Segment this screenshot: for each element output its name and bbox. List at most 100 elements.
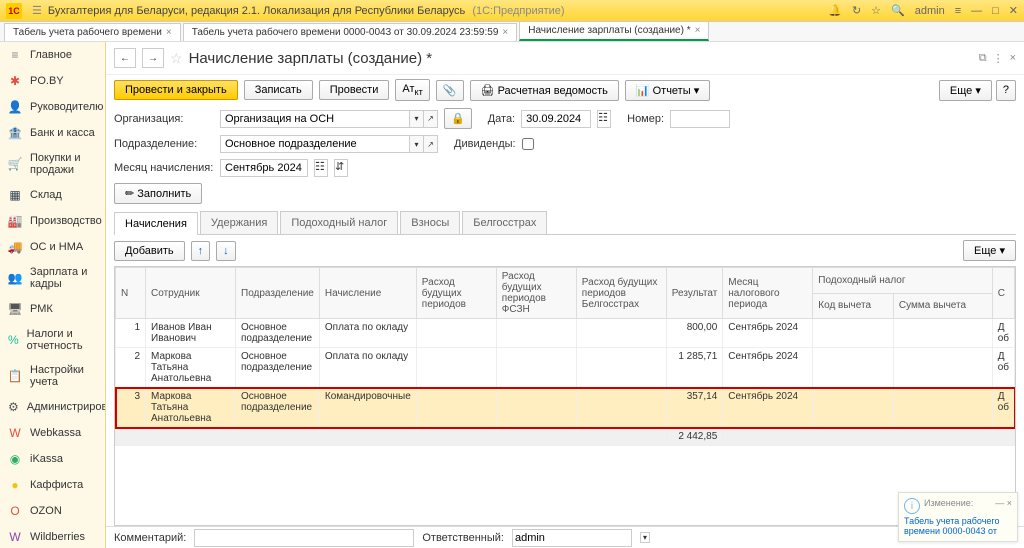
dropdown-icon[interactable]: ▾ [410, 110, 424, 128]
tab-2[interactable]: Начисление зарплаты (создание) *× [519, 21, 709, 41]
num-input[interactable] [670, 110, 730, 128]
accruals-grid[interactable]: N Сотрудник Подразделение Начисление Рас… [114, 266, 1016, 526]
sidebar-item-10[interactable]: %Налоги и отчетность [0, 322, 105, 358]
date-input[interactable] [521, 110, 591, 128]
post-and-close-button[interactable]: Провести и закрыть [114, 80, 238, 100]
calendar-icon[interactable]: ☷ [597, 110, 611, 128]
attach-icon[interactable]: 📎 [436, 80, 464, 101]
col-exp2[interactable]: Расход будущих периодов ФСЗН [496, 268, 576, 319]
sidebar-item-3[interactable]: 🏦Банк и касса [0, 120, 105, 146]
tab-close-icon[interactable]: × [695, 25, 701, 36]
tab-0[interactable]: Табель учета рабочего времени× [4, 23, 181, 41]
calendar-icon[interactable]: ☷ [314, 159, 328, 177]
payroll-button[interactable]: 🖨 Расчетная ведомость [470, 80, 619, 101]
help-button[interactable]: ? [996, 80, 1016, 101]
menu-dots-icon[interactable]: ⋮ [993, 52, 1004, 65]
sidebar-item-2[interactable]: 👤Руководителю [0, 94, 105, 120]
col-exp3[interactable]: Расход будущих периодов Белгосстрах [576, 268, 666, 319]
total-cell: 2 442,85 [666, 428, 722, 446]
col-taxcode[interactable]: Код вычета [813, 293, 894, 319]
sidebar-item-17[interactable]: WWildberries [0, 524, 105, 548]
star-icon[interactable]: ☆ [871, 4, 881, 17]
tab-close-icon[interactable]: × [166, 27, 172, 38]
col-taxsum[interactable]: Сумма вычета [893, 293, 992, 319]
tab-1[interactable]: Табель учета рабочего времени 0000-0043 … [183, 23, 518, 41]
subtab-tax[interactable]: Подоходный налог [280, 211, 398, 234]
month-input[interactable] [220, 159, 308, 177]
add-row-button[interactable]: Добавить [114, 241, 185, 261]
bell-icon[interactable]: 🔔 [828, 4, 842, 17]
dropdown-icon[interactable]: ▾ [410, 135, 424, 153]
tab-close-icon[interactable]: × [502, 27, 508, 38]
open-icon[interactable]: ↗ [424, 110, 438, 128]
sidebar-item-1[interactable]: ✱PO.BY [0, 68, 105, 94]
sidebar-item-6[interactable]: 🏭Производство [0, 208, 105, 234]
more-button[interactable]: Еще ▾ [939, 80, 992, 101]
search-icon[interactable]: 🔍 [891, 4, 905, 17]
page-title: Начисление зарплаты (создание) * [189, 50, 433, 67]
col-result[interactable]: Результат [666, 268, 722, 319]
nav-back-button[interactable]: ← [114, 48, 136, 68]
menu-icon[interactable]: ☰ [32, 4, 42, 17]
col-dept[interactable]: Подразделение [236, 268, 320, 319]
col-taxmonth[interactable]: Месяц налогового периода [723, 268, 813, 319]
dtct-icon[interactable]: Аткт [395, 79, 429, 101]
sidebar-icon: ⚙ [8, 400, 19, 414]
link-icon[interactable]: ⧉ [979, 52, 987, 65]
close-icon[interactable]: — × [995, 498, 1012, 514]
sidebar-item-16[interactable]: OOZON [0, 498, 105, 524]
resp-input[interactable] [512, 529, 632, 547]
maximize-icon[interactable]: □ [992, 5, 999, 17]
write-button[interactable]: Записать [244, 80, 313, 100]
move-down-button[interactable]: ↓ [216, 241, 236, 261]
table-row[interactable]: 1Иванов Иван ИвановичОсновное подразделе… [116, 319, 1015, 348]
sidebar-item-11[interactable]: 📋Настройки учета [0, 358, 105, 394]
lock-icon[interactable]: 🔒 [444, 108, 472, 129]
dropdown-icon[interactable]: ▾ [640, 532, 650, 543]
subtab-deductions[interactable]: Удержания [200, 211, 278, 234]
post-button[interactable]: Провести [319, 80, 390, 100]
sidebar-item-12[interactable]: ⚙Администрирование [0, 394, 105, 420]
col-tax[interactable]: Подоходный налог [813, 268, 992, 294]
subtab-contrib[interactable]: Взносы [400, 211, 460, 234]
dept-input[interactable] [220, 135, 410, 153]
sidebar-label: Руководителю [30, 101, 103, 113]
close-doc-icon[interactable]: × [1010, 52, 1016, 65]
subtab-belgosstrah[interactable]: Белгосстрах [462, 211, 547, 234]
col-n[interactable]: N [116, 268, 146, 319]
sidebar-item-4[interactable]: 🛒Покупки и продажи [0, 146, 105, 182]
comment-input[interactable] [194, 529, 414, 547]
org-input[interactable] [220, 110, 410, 128]
fill-button[interactable]: ✏ Заполнить [114, 183, 202, 204]
stepper-icon[interactable]: ⇵ [334, 159, 348, 177]
table-more-button[interactable]: Еще ▾ [963, 240, 1016, 261]
user-label[interactable]: admin [915, 5, 945, 17]
col-accr[interactable]: Начисление [319, 268, 416, 319]
sidebar-item-7[interactable]: 🚚ОС и НМА [0, 234, 105, 260]
open-icon[interactable]: ↗ [424, 135, 438, 153]
sidebar-item-5[interactable]: ▦Склад [0, 182, 105, 208]
dividends-checkbox[interactable] [522, 138, 534, 150]
table-row[interactable]: 2Маркова Татьяна АнатольевнаОсновное под… [116, 348, 1015, 388]
nav-fwd-button[interactable]: → [142, 48, 164, 68]
table-row[interactable]: 3Маркова Татьяна АнатольевнаОсновное под… [116, 388, 1015, 428]
col-s[interactable]: С [992, 268, 1014, 319]
sidebar-item-8[interactable]: 👥Зарплата и кадры [0, 260, 105, 296]
sidebar-item-0[interactable]: ≡Главное [0, 42, 105, 68]
settings-icon[interactable]: ≡ [955, 5, 961, 17]
reports-button[interactable]: 📊 Отчеты ▾ [625, 80, 710, 101]
move-up-button[interactable]: ↑ [191, 241, 211, 261]
col-exp1[interactable]: Расход будущих периодов [416, 268, 496, 319]
subtab-accruals[interactable]: Начисления [114, 212, 198, 235]
minimize-icon[interactable]: — [971, 5, 982, 17]
sidebar-item-13[interactable]: WWebkassa [0, 420, 105, 446]
notification-link[interactable]: Табель учета рабочего времени 0000-0043 … [904, 516, 1012, 536]
close-icon[interactable]: ✕ [1009, 4, 1018, 17]
col-emp[interactable]: Сотрудник [146, 268, 236, 319]
sidebar-item-14[interactable]: ◉iKassa [0, 446, 105, 472]
sidebar-item-15[interactable]: ●Каффиста [0, 472, 105, 498]
favorite-icon[interactable]: ☆ [170, 50, 183, 67]
sidebar-item-9[interactable]: 🖥РМК [0, 296, 105, 322]
notification-popup[interactable]: iИзменение:— × Табель учета рабочего вре… [898, 492, 1018, 542]
history-icon[interactable]: ↻ [852, 4, 861, 17]
